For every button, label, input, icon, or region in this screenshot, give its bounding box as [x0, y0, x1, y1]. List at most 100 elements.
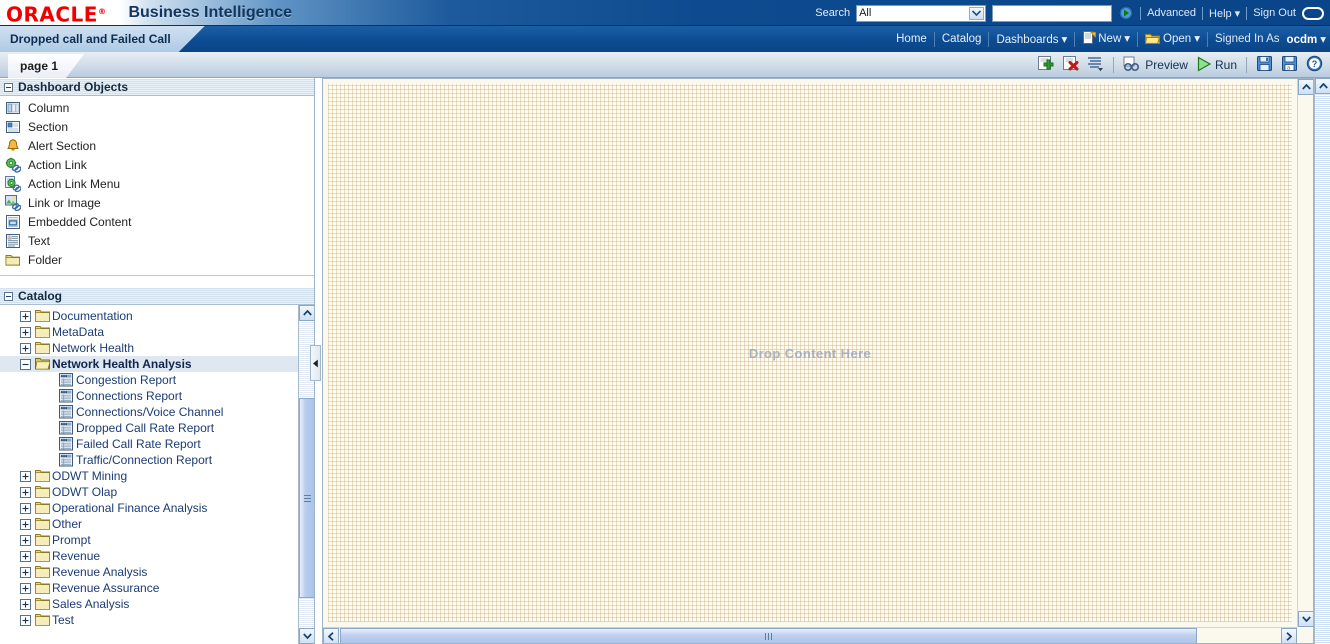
catalog-folder-item[interactable]: Other: [0, 516, 298, 532]
collapse-toggle-icon[interactable]: [4, 291, 13, 301]
canvas-scroll-down-button[interactable]: [1298, 611, 1313, 627]
page-tab-page1[interactable]: page 1: [8, 54, 84, 78]
canvas-scroll-right-button[interactable]: [1281, 628, 1297, 643]
search-input[interactable]: [992, 4, 1113, 22]
chevron-down-icon[interactable]: [969, 6, 985, 20]
expand-toggle-icon[interactable]: [20, 566, 31, 578]
pane-collapse-handle[interactable]: [310, 345, 321, 381]
catalog-item-label: Test: [52, 613, 75, 627]
dashboard-object-column[interactable]: Column: [0, 98, 314, 117]
expand-toggle-icon[interactable]: [20, 326, 31, 338]
help-menu[interactable]: Help ▾: [1209, 7, 1240, 20]
dashboard-object-text[interactable]: A Text: [0, 231, 314, 250]
go-arrow-icon[interactable]: [1118, 5, 1134, 21]
page-scroll-track[interactable]: [1315, 95, 1330, 644]
dashboard-object-section[interactable]: Section: [0, 117, 314, 136]
search-scope-select[interactable]: All: [856, 4, 987, 22]
nav-open[interactable]: Open ▾: [1144, 31, 1200, 48]
dashboard-object-embedded-content[interactable]: Embedded Content: [0, 212, 314, 231]
scroll-up-button[interactable]: [299, 305, 314, 321]
expand-toggle-icon[interactable]: [20, 342, 31, 354]
dashboard-object-action-link[interactable]: Action Link: [0, 155, 314, 174]
expand-toggle-icon[interactable]: [20, 502, 31, 514]
dashboard-object-link-or-image[interactable]: Link or Image: [0, 193, 314, 212]
dashboard-title-tab[interactable]: Dropped call and Failed Call: [0, 26, 205, 52]
expand-toggle-icon[interactable]: [20, 582, 31, 594]
catalog-folder-item[interactable]: Network Health Analysis: [0, 356, 298, 372]
collapse-toggle-icon[interactable]: [4, 82, 13, 92]
save-as-button[interactable]: a: [1279, 55, 1300, 75]
canvas-horizontal-scrollbar[interactable]: [323, 627, 1297, 643]
catalog-folder-item[interactable]: Sales Analysis: [0, 596, 298, 612]
catalog-folder-item[interactable]: Prompt: [0, 532, 298, 548]
catalog-folder-item[interactable]: Revenue: [0, 548, 298, 564]
dashboard-objects-header[interactable]: Dashboard Objects: [0, 78, 314, 96]
catalog-report-item[interactable]: Dropped Call Rate Report: [0, 420, 298, 436]
catalog-folder-item[interactable]: Revenue Analysis: [0, 564, 298, 580]
drop-content-area[interactable]: Drop Content Here: [328, 84, 1292, 622]
catalog-folder-item[interactable]: Operational Finance Analysis: [0, 500, 298, 516]
folder-icon: [35, 485, 50, 499]
preview-label: Preview: [1145, 58, 1188, 72]
catalog-report-item[interactable]: Congestion Report: [0, 372, 298, 388]
collapse-toggle-icon[interactable]: [20, 358, 31, 370]
nav-catalog[interactable]: Catalog: [942, 33, 982, 45]
catalog-folder-item[interactable]: Documentation: [0, 308, 298, 324]
page-properties-button[interactable]: [1085, 55, 1106, 75]
catalog-report-item[interactable]: Traffic/Connection Report: [0, 452, 298, 468]
dashboard-object-action-link-menu[interactable]: Action Link Menu: [0, 174, 314, 193]
expand-toggle-icon[interactable]: [20, 534, 31, 546]
preview-button[interactable]: Preview: [1121, 56, 1190, 75]
action-link-icon: [5, 157, 22, 173]
expand-toggle-icon[interactable]: [20, 518, 31, 530]
catalog-item-label: Revenue Analysis: [52, 565, 148, 579]
nav-home[interactable]: Home: [896, 33, 927, 45]
canvas-vertical-scrollbar[interactable]: [1297, 79, 1313, 627]
run-button[interactable]: Run: [1194, 55, 1239, 75]
catalog-folder-item[interactable]: ODWT Mining: [0, 468, 298, 484]
save-button[interactable]: [1254, 55, 1275, 75]
nav-user-menu[interactable]: ocdm ▾: [1287, 32, 1326, 46]
expand-toggle-icon[interactable]: [20, 470, 31, 482]
sign-out-link[interactable]: Sign Out: [1253, 7, 1296, 19]
nav-new[interactable]: New ▾: [1082, 30, 1131, 48]
catalog-report-item[interactable]: Connections Report: [0, 388, 298, 404]
expand-toggle-icon[interactable]: [20, 614, 31, 626]
user-oval-icon[interactable]: [1302, 6, 1324, 20]
help-button[interactable]: ?: [1304, 55, 1325, 75]
dashboard-object-label: Section: [28, 119, 69, 134]
dashboard-object-label: Action Link: [28, 157, 87, 172]
chevron-down-icon: ▾: [1124, 32, 1131, 45]
expand-toggle-icon[interactable]: [20, 598, 31, 610]
catalog-folder-item[interactable]: Test: [0, 612, 298, 628]
catalog-tree-wrapper: Documentation MetaData Network Health Netwo…: [0, 305, 314, 644]
page-scroll-up-button[interactable]: [1315, 78, 1330, 94]
folder-icon: [35, 341, 50, 355]
nav-dashboards[interactable]: Dashboards ▾: [996, 32, 1067, 46]
canvas-scroll-left-button[interactable]: [323, 628, 339, 643]
add-page-button[interactable]: [1035, 55, 1056, 75]
catalog-header[interactable]: Catalog: [0, 287, 314, 305]
catalog-folder-item[interactable]: ODWT Olap: [0, 484, 298, 500]
catalog-report-item[interactable]: Connections/Voice Channel: [0, 404, 298, 420]
dashboard-object-alert-section[interactable]: Alert Section: [0, 136, 314, 155]
canvas-hscroll-thumb[interactable]: [340, 628, 1197, 643]
catalog-folder-item[interactable]: Network Health: [0, 340, 298, 356]
canvas-scroll-up-button[interactable]: [1298, 79, 1313, 95]
delete-page-button[interactable]: [1060, 55, 1081, 75]
scroll-down-button[interactable]: [299, 628, 314, 644]
expand-toggle-icon[interactable]: [20, 486, 31, 498]
page-properties-icon: [1087, 55, 1104, 75]
advanced-link[interactable]: Advanced: [1147, 7, 1196, 19]
dashboard-object-folder[interactable]: Folder: [0, 250, 314, 269]
catalog-tree[interactable]: Documentation MetaData Network Health Netwo…: [0, 305, 298, 644]
catalog-folder-item[interactable]: MetaData: [0, 324, 298, 340]
scroll-thumb[interactable]: [299, 398, 314, 598]
catalog-report-item[interactable]: Failed Call Rate Report: [0, 436, 298, 452]
catalog-folder-item[interactable]: Revenue Assurance: [0, 580, 298, 596]
canvas-frame: Drop Content Here: [322, 78, 1314, 644]
page-vertical-scrollbar[interactable]: [1314, 78, 1330, 644]
expand-toggle-icon[interactable]: [20, 550, 31, 562]
folder-icon: [35, 581, 50, 595]
expand-toggle-icon[interactable]: [20, 310, 31, 322]
